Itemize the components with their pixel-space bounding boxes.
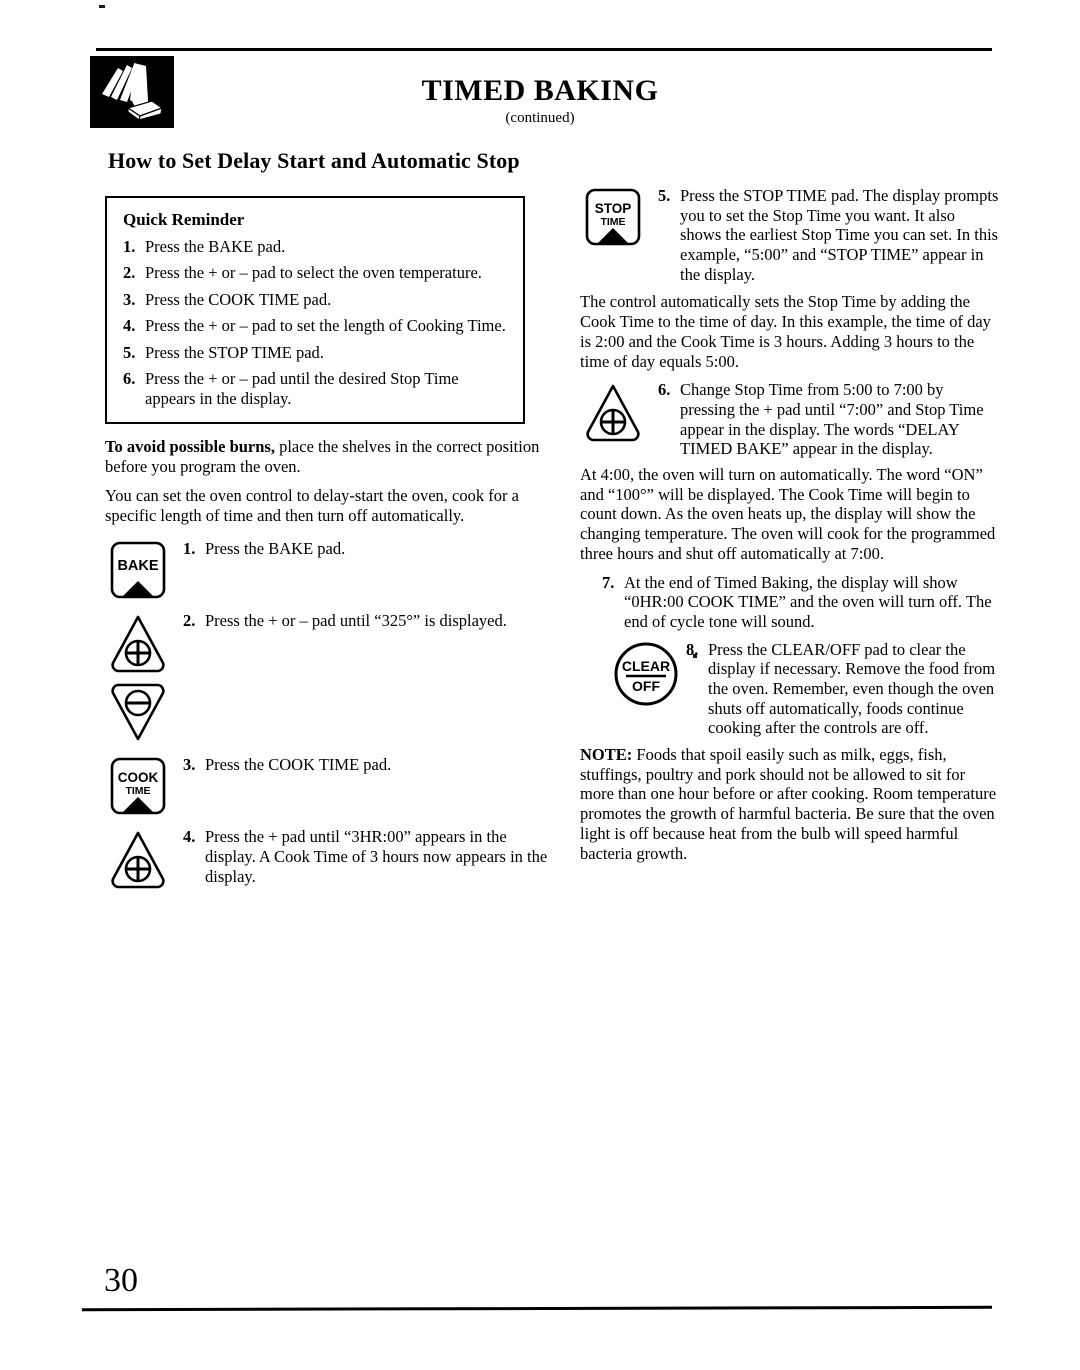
scan-speck: [99, 5, 105, 8]
note-paragraph: NOTE: Foods that spoil easily such as mi…: [580, 745, 1000, 864]
note-rest: Foods that spoil easily such as milk, eg…: [580, 744, 997, 863]
list-item: 5. Press the STOP TIME pad.: [123, 343, 509, 362]
list-item-number: 6.: [123, 369, 136, 389]
list-item-number: 1.: [123, 237, 136, 256]
step-row: STOP TIME 5. Press the STOP TIME pad. Th…: [580, 186, 1000, 284]
step-text: 5. Press the STOP TIME pad. The display …: [658, 186, 1000, 284]
footer-rule: [81, 1305, 993, 1312]
bake-pad-icon[interactable]: BAKE: [105, 539, 183, 605]
step-text: 1. Press the BAKE pad.: [183, 539, 557, 559]
step-number: 5.: [658, 186, 671, 205]
minus-pad-icon[interactable]: [105, 681, 183, 745]
page-title: TIMED BAKING: [421, 74, 659, 107]
step-body: Press the STOP TIME pad. The display pro…: [680, 186, 999, 284]
page-number: 30: [104, 1262, 138, 1299]
page-title-block: TIMED BAKING (continued): [300, 76, 780, 127]
step-row: 7. At the end of Timed Baking, the displ…: [580, 573, 1000, 632]
step-number: 2.: [183, 611, 196, 631]
step-row: COOK TIME 3. Press the COOK TIME pad.: [105, 755, 557, 821]
page-subtitle: (continued): [505, 110, 575, 126]
intro-paragraph: You can set the oven control to delay-st…: [105, 485, 519, 525]
clear-off-pad-icon[interactable]: CLEAR OFF: [580, 640, 686, 708]
step-text: 2. Press the + or – pad until “325°” is …: [183, 611, 557, 631]
burns-warning-paragraph: To avoid possible burns, place the shelv…: [105, 437, 557, 477]
step-body: Press the + or – pad until “325°” is dis…: [205, 611, 507, 631]
list-item: 2. Press the + or – pad to select the ov…: [123, 263, 509, 282]
step-body: Change Stop Time from 5:00 to 7:00 by pr…: [680, 380, 984, 459]
four-oclock-paragraph: At 4:00, the oven will turn on automatic…: [580, 464, 996, 563]
manual-page: TIMED BAKING (continued) How to Set Dela…: [0, 0, 1080, 1370]
step-row: 2. Press the + or – pad until “325°” is …: [105, 611, 557, 675]
svg-text:STOP: STOP: [595, 201, 632, 216]
step-number: 4.: [183, 827, 196, 847]
list-item-text: Press the + or – pad until the desired S…: [145, 369, 459, 408]
step-body: At the end of Timed Baking, the display …: [624, 572, 992, 632]
list-item: 1. Press the BAKE pad.: [123, 237, 509, 256]
quick-reminder-box: Quick Reminder 1. Press the BAKE pad. 2.…: [105, 196, 525, 425]
step-number: 7.: [602, 572, 615, 592]
list-item-text: Press the BAKE pad.: [145, 237, 286, 256]
list-item-text: Press the STOP TIME pad.: [145, 342, 324, 362]
step-row: [105, 681, 557, 745]
quick-reminder-list: 1. Press the BAKE pad. 2. Press the + or…: [123, 237, 509, 408]
step-row: 6. Change Stop Time from 5:00 to 7:00 by…: [580, 380, 1000, 459]
step-number: 8.: [686, 639, 699, 659]
list-item-text: Press the + or – pad to set the length o…: [145, 316, 506, 336]
svg-text:TIME: TIME: [125, 785, 150, 797]
svg-text:OFF: OFF: [632, 678, 660, 694]
left-column: Quick Reminder 1. Press the BAKE pad. 2.…: [105, 196, 557, 891]
hand-pressing-pad-icon: [90, 56, 174, 128]
right-column: STOP TIME 5. Press the STOP TIME pad. Th…: [580, 186, 1000, 873]
svg-text:COOK: COOK: [118, 770, 159, 785]
section-heading: How to Set Delay Start and Automatic Sto…: [108, 148, 520, 173]
svg-text:CLEAR: CLEAR: [622, 658, 670, 674]
step-text: 3. Press the COOK TIME pad.: [183, 755, 557, 775]
cook-time-pad-icon[interactable]: COOK TIME: [105, 755, 183, 821]
list-item-text: Press the + or – pad to select the oven …: [145, 263, 482, 283]
step-row: BAKE 1. Press the BAKE pad.: [105, 539, 557, 605]
quick-reminder-title: Quick Reminder: [123, 210, 245, 229]
list-item: 3. Press the COOK TIME pad.: [123, 290, 509, 309]
step-text: 4. Press the + pad until “3HR:00” appear…: [183, 827, 557, 886]
step-number: 6.: [658, 380, 671, 400]
note-lead: NOTE:: [580, 744, 633, 764]
step-number: 1.: [183, 539, 196, 559]
list-item: 4. Press the + or – pad to set the lengt…: [123, 316, 509, 335]
stop-time-pad-icon[interactable]: STOP TIME: [580, 186, 658, 252]
list-item-text: Press the COOK TIME pad.: [145, 289, 332, 309]
list-item: 6. Press the + or – pad until the desire…: [123, 369, 509, 408]
step-row: 4. Press the + pad until “3HR:00” appear…: [105, 827, 557, 891]
step-text: 7. At the end of Timed Baking, the displ…: [602, 573, 1000, 632]
plus-pad-icon[interactable]: [105, 611, 183, 675]
list-item-number: 2.: [123, 263, 136, 283]
svg-text:TIME: TIME: [600, 216, 625, 228]
burns-warning-lead: To avoid possible burns,: [105, 437, 275, 457]
step-body: Press the CLEAR/OFF pad to clear the dis…: [708, 639, 996, 738]
header-rule: [96, 48, 992, 51]
list-item-number: 4.: [123, 316, 136, 336]
step-text: 6. Change Stop Time from 5:00 to 7:00 by…: [658, 380, 1000, 459]
list-item-number: 5.: [123, 342, 136, 362]
step-body: Press the + pad until “3HR:00” appears i…: [205, 827, 548, 886]
step-body: Press the COOK TIME pad.: [205, 755, 392, 775]
step-number: 3.: [183, 755, 196, 775]
plus-pad-icon[interactable]: [105, 827, 183, 891]
stop-time-paragraph: The control automatically sets the Stop …: [580, 292, 991, 371]
list-item-number: 3.: [123, 289, 136, 309]
step-text: 8. Press the CLEAR/OFF pad to clear the …: [686, 640, 1000, 738]
step-body: Press the BAKE pad.: [205, 539, 346, 559]
step-row: CLEAR OFF 8. Press the CLEAR/OFF pad to …: [580, 640, 1000, 738]
svg-text:BAKE: BAKE: [117, 558, 158, 574]
plus-pad-icon[interactable]: [580, 380, 658, 444]
